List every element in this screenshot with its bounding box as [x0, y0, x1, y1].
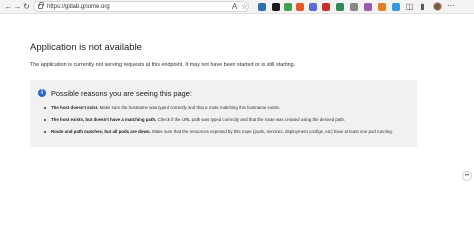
- profile-avatar[interactable]: [433, 2, 442, 11]
- extension-icon[interactable]: [309, 3, 317, 11]
- reload-icon[interactable]: ↻: [22, 2, 31, 11]
- reason-text: Make sure that the resources exposed by …: [150, 129, 393, 135]
- sidebar-assistant-button[interactable]: ••: [462, 171, 472, 181]
- reasons-list: The host doesn't exist. Make sure the ho…: [43, 105, 413, 142]
- panel-heading: Possible reasons you are seeing this pag…: [51, 89, 192, 98]
- list-item: The host exists, but doesn't have a matc…: [43, 117, 413, 123]
- extension-icon[interactable]: [392, 3, 400, 11]
- bookmark-star-icon[interactable]: ☆: [240, 2, 249, 11]
- reason-bold: Route and path matches, but all pods are…: [51, 129, 151, 135]
- extension-icon[interactable]: [272, 3, 280, 11]
- url-text[interactable]: https://gitlab.gnome.org: [47, 3, 110, 11]
- info-icon: i: [38, 89, 46, 97]
- more-menu-icon[interactable]: ⋯: [447, 1, 455, 10]
- extension-icon[interactable]: [364, 3, 372, 11]
- page-subtitle: The application is currently not serving…: [30, 62, 296, 68]
- extension-icon[interactable]: [284, 3, 292, 11]
- page-title: Application is not available: [30, 42, 142, 53]
- extension-icon[interactable]: [322, 3, 330, 11]
- browser-toolbar: ← → ↻ https://gitlab.gnome.org A ☆ ◫ ▮ ⋯: [0, 0, 474, 14]
- back-arrow-icon[interactable]: ←: [4, 2, 13, 11]
- address-bar[interactable]: https://gitlab.gnome.org A ☆: [33, 1, 249, 12]
- reasons-panel: i Possible reasons you are seeing this p…: [30, 80, 417, 147]
- extension-icon[interactable]: [350, 3, 358, 11]
- list-item: Route and path matches, but all pods are…: [43, 129, 413, 135]
- reader-mode-icon[interactable]: A: [230, 2, 239, 11]
- extension-icon[interactable]: [258, 3, 266, 11]
- forward-arrow-icon[interactable]: →: [13, 2, 22, 11]
- reason-text: Make sure the hostname was typed correct…: [98, 105, 280, 110]
- list-item: The host doesn't exist. Make sure the ho…: [43, 105, 413, 111]
- reason-bold: The host exists, but doesn't have a matc…: [51, 117, 157, 123]
- reason-text: Check if the URL path was typed correctl…: [156, 117, 346, 123]
- sidebar-toggle-icon[interactable]: ▮: [418, 2, 427, 11]
- lock-icon: [38, 2, 44, 9]
- extension-icon[interactable]: [336, 3, 344, 11]
- extension-icon[interactable]: [296, 3, 304, 11]
- extension-icon[interactable]: [378, 3, 386, 11]
- extensions-puzzle-icon[interactable]: ◫: [405, 2, 414, 11]
- reason-bold: The host doesn't exist.: [51, 105, 99, 110]
